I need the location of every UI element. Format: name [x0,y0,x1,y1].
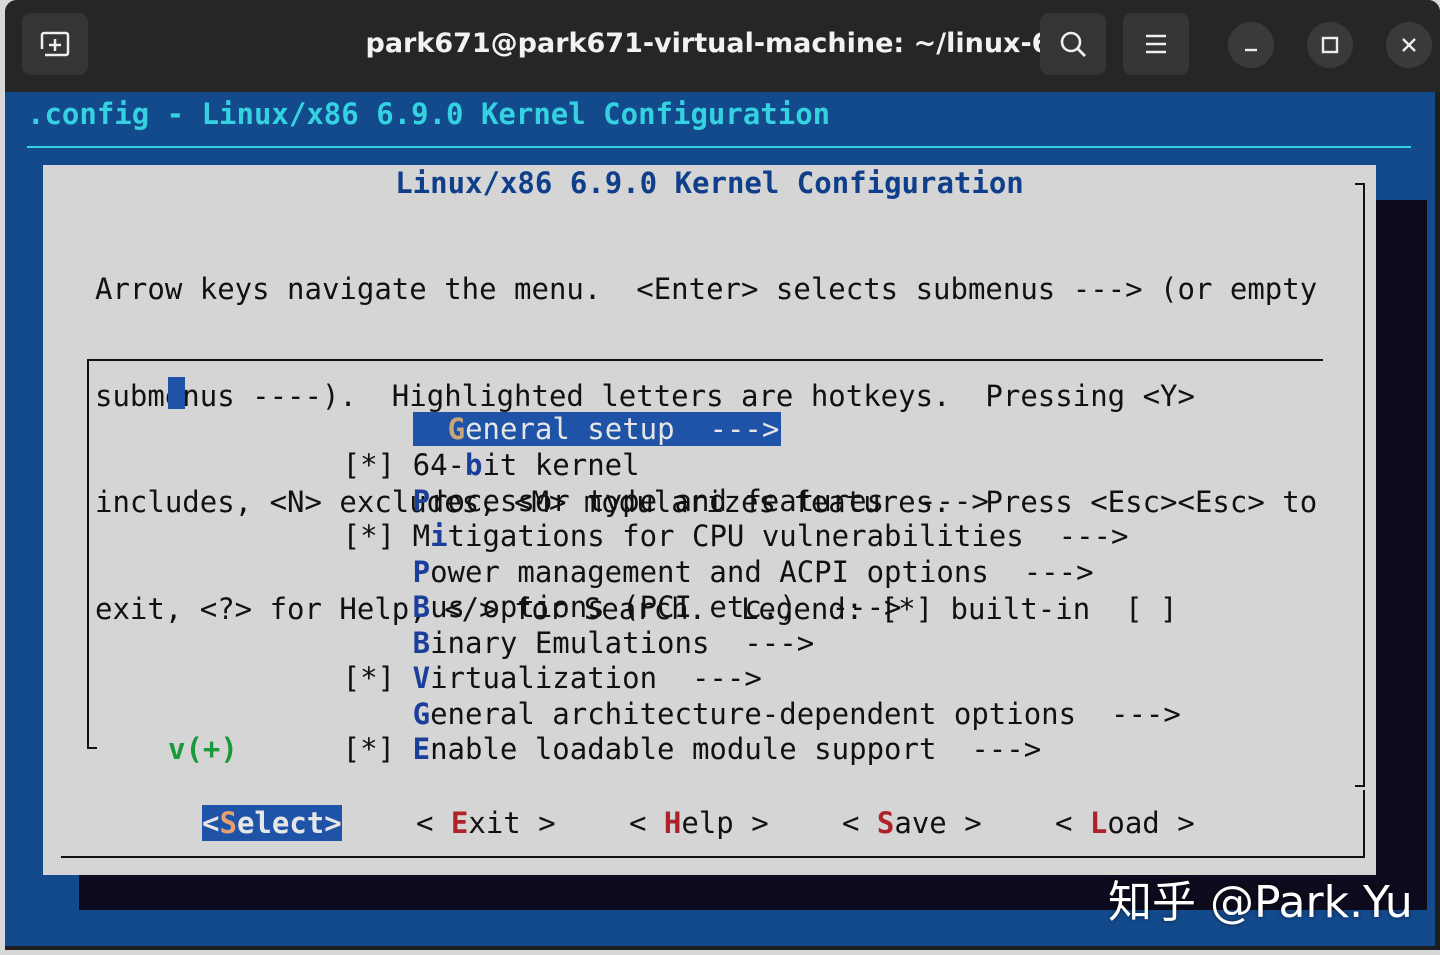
dialog-border-right [1363,183,1365,787]
watermark: 知乎 @Park.Yu [1108,877,1413,928]
button-text: ave > [894,806,982,840]
hamburger-menu-icon [1146,34,1166,54]
menu-item[interactable]: General setup ---> [168,375,782,446]
button-text: elect> [236,806,342,840]
minimize-icon [1245,48,1257,52]
menu-item[interactable]: [*] Mitigations for CPU vulnerabilities -… [168,482,1129,553]
load-button[interactable]: < Load > [1055,805,1195,841]
menu-item[interactable]: Power management and ACPI options ---> [168,518,1094,589]
help-line: Arrow keys navigate the menu. <Enter> se… [95,272,1318,306]
help-button[interactable]: < Help > [629,805,769,841]
menu-item[interactable]: Binary Emulations ---> [168,589,815,660]
close-button[interactable] [1386,22,1432,68]
search-icon [1060,31,1086,57]
button-hotkey: E [450,806,469,840]
button-hotkey: S [876,806,895,840]
title-bar: park671@park671-virtual-machine: ~/linux… [5,0,1440,92]
maximize-button[interactable] [1307,22,1353,68]
dialog-border-bottom-tick [1355,785,1365,787]
menu-box-left [87,359,89,749]
menu-box-top [87,359,1323,361]
terminal-area[interactable]: .config - Linux/x86 6.9.0 Kernel Configu… [5,92,1435,946]
menu-item[interactable]: [*] 64-bit kernel [168,411,640,482]
button-text: < [202,806,220,840]
menu-box: General setup ---> [*] 64-bit kernel Proc… [87,359,1323,766]
terminal-window: park671@park671-virtual-machine: ~/linux… [5,0,1440,950]
button-hotkey: S [219,806,237,840]
button-text: elp > [681,806,769,840]
exit-button[interactable]: < Exit > [416,805,556,841]
save-button[interactable]: < Save > [842,805,982,841]
button-text: < [1055,806,1090,840]
config-header: .config - Linux/x86 6.9.0 Kernel Configu… [27,97,831,131]
menu-item[interactable]: General architecture-dependent options -… [168,660,1181,731]
button-text: oad > [1107,806,1195,840]
dialog-bottom-rule [61,856,1365,858]
menu-item[interactable]: [*] Virtualization ---> [168,624,762,695]
menu-item[interactable]: Bus options (PCI etc.) ---> [168,553,902,624]
menuconfig-dialog: Linux/x86 6.9.0 Kernel Configuration Arr… [43,165,1376,875]
menu-item-text: nable loadable module support ---> [430,732,1042,766]
dialog-title: Linux/x86 6.9.0 Kernel Configuration [395,166,1024,200]
minimize-button[interactable] [1228,22,1274,68]
button-text: < [842,806,877,840]
more-indicator: v(+) [168,732,238,766]
menu-item[interactable]: Processor type and features ---> [168,447,989,518]
menu-button[interactable] [1123,13,1189,75]
menu-item[interactable]: [*] Enable loadable module support ---> [168,695,1042,766]
window-title: park671@park671-virtual-machine: ~/linux… [365,28,1080,59]
button-text: < [629,806,664,840]
selection-cursor [168,377,185,409]
select-button[interactable]: <Select> [202,805,342,841]
menu-item-hotkey: E [412,732,431,766]
search-button[interactable] [1040,13,1106,75]
menu-item-mark: [*] [342,732,395,766]
maximize-icon [1321,36,1339,54]
button-hotkey: L [1089,806,1108,840]
dialog-bottom-right [1363,790,1365,858]
menu-box-bottom-tick [87,747,97,749]
button-text: < [416,806,451,840]
button-text: xit > [468,806,556,840]
close-icon [1402,38,1416,52]
header-rule [27,146,1411,148]
button-hotkey: H [663,806,682,840]
